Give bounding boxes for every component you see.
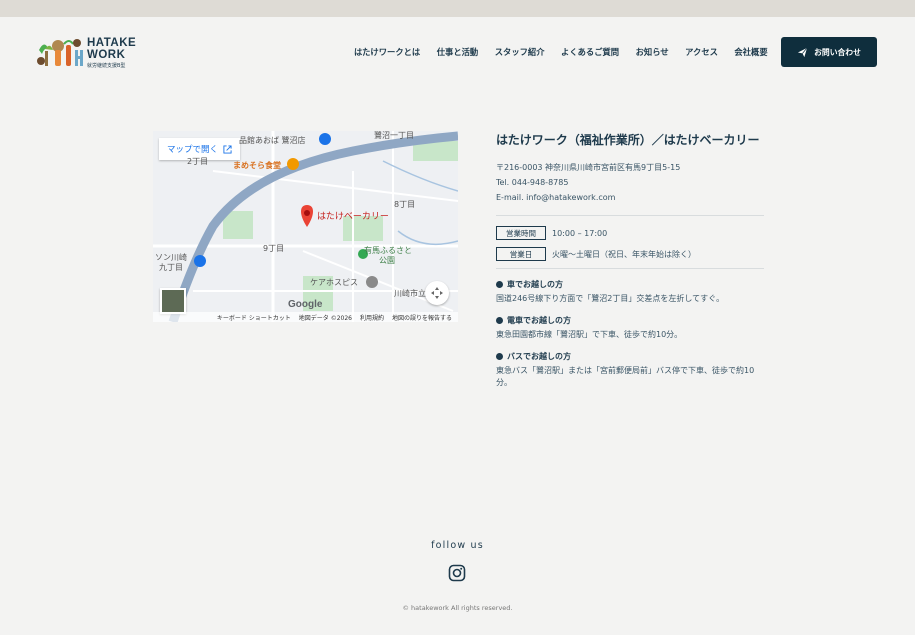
map-label-district-9: 9丁目 bbox=[263, 244, 285, 253]
nav-news[interactable]: お知らせ bbox=[636, 46, 669, 58]
site-header: HATAKE WORK 就労継続支援B型 はたけワークとは 仕事と活動 スタッフ… bbox=[0, 17, 915, 87]
map-label-food-store: 品館あおば 鷺沼店 bbox=[239, 136, 306, 145]
nav-work[interactable]: 仕事と活動 bbox=[437, 46, 479, 58]
contact-button[interactable]: お問い合わせ bbox=[781, 37, 877, 67]
follow-us-label: follow us bbox=[431, 540, 484, 551]
map-report-link[interactable]: 地図の誤りを報告する bbox=[392, 313, 452, 322]
access-train-text: 東急田園都市線「鷺沼駅」で下車、徒歩で約10分。 bbox=[496, 330, 683, 339]
contact-button-label: お問い合わせ bbox=[814, 47, 861, 57]
days-value: 火曜〜土曜日（祝日、年末年始は除く） bbox=[552, 249, 696, 259]
logo-subtitle: 就労継続支援B型 bbox=[87, 63, 126, 69]
hours-row: 営業時間 10:00 – 17:00 bbox=[496, 226, 764, 240]
external-link-icon bbox=[223, 144, 232, 154]
hours-tag: 営業時間 bbox=[496, 226, 546, 240]
days-row: 営業日 火曜〜土曜日（祝日、年末年始は除く） bbox=[496, 247, 764, 261]
map-label-restaurant: まめそら食堂 bbox=[233, 161, 281, 170]
move-arrows-icon bbox=[431, 287, 443, 299]
days-tag: 営業日 bbox=[496, 247, 546, 261]
map-camera-control[interactable] bbox=[425, 281, 449, 305]
map-label-district-2: 2丁目 bbox=[187, 157, 209, 166]
map-footer: キーボード ショートカット 地図データ ©2026 利用規約 地図の誤りを報告す… bbox=[153, 312, 458, 322]
access-bus-heading: バスでお越しの方 bbox=[496, 351, 764, 362]
access-car-heading: 車でお越しの方 bbox=[496, 279, 764, 290]
site-logo[interactable]: HATAKE WORK 就労継続支援B型 bbox=[36, 36, 146, 70]
map-marker-label[interactable]: はたけベーカリー bbox=[317, 209, 389, 222]
access-car-text: 国道246号線下り方面で「鷺沼2丁目」交差点を左折してすぐ。 bbox=[496, 294, 725, 303]
hours-value: 10:00 – 17:00 bbox=[552, 228, 608, 238]
nav-faq[interactable]: よくあるご質問 bbox=[561, 46, 619, 58]
address-email[interactable]: E-mail. info@hatakework.com bbox=[496, 190, 764, 205]
google-map[interactable]: マップで開く 品館あおば 鷺沼店 まめそら食堂 2丁目 鷺沼一丁目 はたけベーカ… bbox=[153, 131, 458, 322]
nav-about[interactable]: はたけワークとは bbox=[354, 46, 420, 58]
nav-company[interactable]: 会社概要 bbox=[734, 46, 767, 58]
map-label-road: 鷺沼一丁目 bbox=[374, 131, 414, 140]
satellite-toggle[interactable] bbox=[160, 288, 186, 314]
address-tel[interactable]: Tel. 044-948-8785 bbox=[496, 175, 764, 190]
map-label-hospice: ケアホスピス bbox=[310, 278, 358, 287]
map-terms-link[interactable]: 利用規約 bbox=[360, 313, 384, 322]
instagram-icon[interactable] bbox=[448, 564, 466, 582]
access-train-heading: 電車でお越しの方 bbox=[496, 315, 764, 326]
nav-access[interactable]: アクセス bbox=[685, 46, 718, 58]
divider bbox=[496, 215, 764, 216]
access-bus-text: 東急バス「鷺沼駅」または「宮前郵便局前」バス停で下車、徒歩で約10分。 bbox=[496, 366, 755, 387]
map-data-credit: 地図データ ©2026 bbox=[298, 314, 352, 322]
paper-plane-icon bbox=[798, 47, 808, 57]
open-in-maps-label: マップで開く bbox=[167, 145, 219, 155]
access-title: はたけワーク（福祉作業所）／はたけベーカリー bbox=[496, 133, 760, 147]
bullet-icon bbox=[496, 281, 503, 288]
map-label-park-2: 公園 bbox=[379, 256, 395, 265]
nav-staff[interactable]: スタッフ紹介 bbox=[495, 46, 545, 58]
map-label-district-8: 8丁目 bbox=[394, 200, 416, 209]
map-label-city: 川崎市立 bbox=[394, 289, 426, 298]
map-keyboard-shortcuts[interactable]: キーボード ショートカット bbox=[217, 313, 291, 322]
access-info: はたけワーク（福祉作業所）／はたけベーカリー 〒216-0003 神奈川県川崎市… bbox=[496, 131, 764, 389]
divider bbox=[496, 268, 764, 269]
main-nav: はたけワークとは 仕事と活動 スタッフ紹介 よくあるご質問 お知らせ アクセス … bbox=[354, 46, 784, 58]
bullet-icon bbox=[496, 353, 503, 360]
logo-text: HATAKE WORK bbox=[87, 37, 137, 61]
map-label-left-2: 九丁目 bbox=[159, 263, 183, 272]
copyright: © hatakework All rights reserved. bbox=[402, 604, 513, 612]
bullet-icon bbox=[496, 317, 503, 324]
google-logo: Google bbox=[288, 299, 323, 310]
top-bar bbox=[0, 0, 915, 17]
vegetables-logo-icon bbox=[37, 39, 83, 66]
address-postal: 〒216-0003 神奈川県川崎市宮前区有馬9丁目5-15 bbox=[496, 163, 681, 172]
